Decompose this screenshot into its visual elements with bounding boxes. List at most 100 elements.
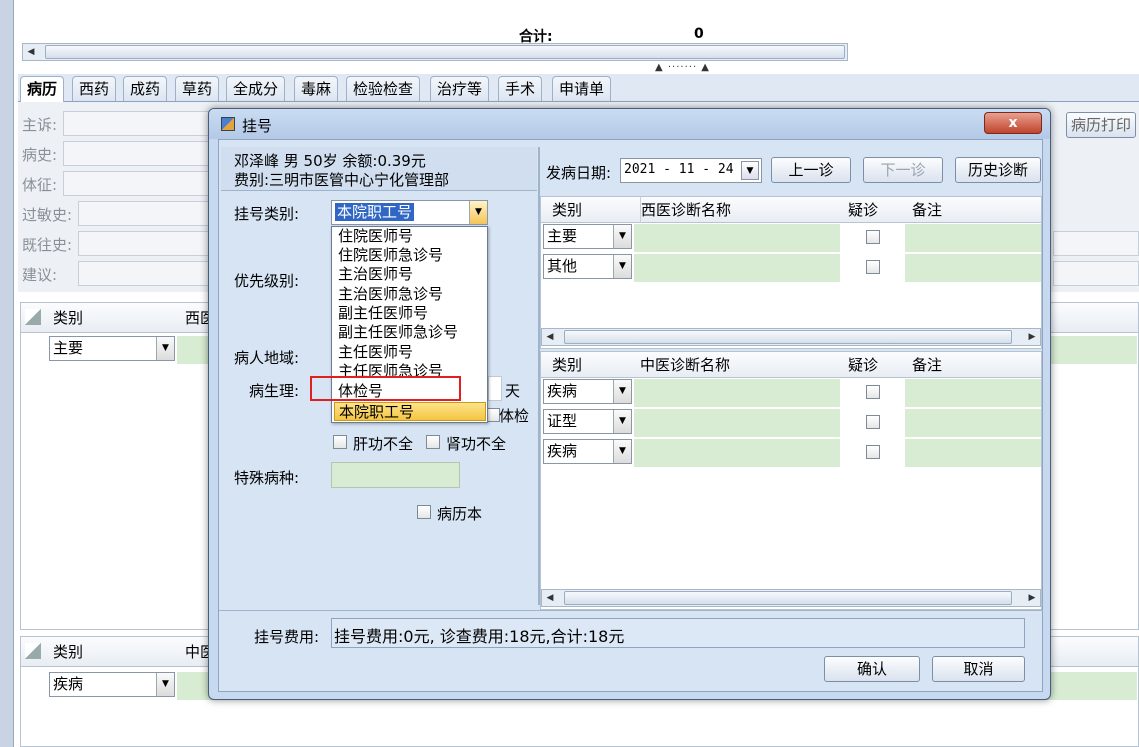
- left-window-strip: [0, 0, 14, 747]
- history-diagnosis-button[interactable]: 历史诊断: [955, 157, 1041, 183]
- physio-days-suffix: 天: [505, 382, 521, 400]
- splitter-grip[interactable]: ▲ ······· ▲: [655, 62, 710, 73]
- onset-date-label: 发病日期:: [546, 164, 612, 182]
- right-form-field[interactable]: [1053, 231, 1139, 256]
- tab-full-components[interactable]: 全成分: [226, 76, 286, 101]
- past-history-field[interactable]: [78, 231, 213, 256]
- tcm-row-1-suspected[interactable]: [866, 385, 880, 399]
- western-row-2-suspected[interactable]: [866, 260, 880, 274]
- history-field[interactable]: [63, 141, 213, 166]
- col-suspected: 疑诊: [848, 356, 879, 374]
- tab-application[interactable]: 申请单: [552, 76, 612, 101]
- confirm-button[interactable]: 确认: [824, 656, 920, 682]
- tcm-row-2-type[interactable]: 证型 ▼: [543, 409, 632, 434]
- tcm-row-2-suspected[interactable]: [866, 415, 880, 429]
- advice-field[interactable]: [78, 261, 213, 286]
- record-book-checkbox[interactable]: [417, 505, 431, 519]
- col-diagnosis-name: 中医诊断名称: [640, 356, 731, 374]
- col-remarks: 备注: [912, 201, 943, 219]
- close-button[interactable]: x: [984, 112, 1042, 134]
- tcm-row-1-name[interactable]: [634, 379, 840, 407]
- dropdown-option[interactable]: 副主任医师急诊号: [338, 323, 458, 342]
- scroll-thumb[interactable]: [564, 591, 1012, 605]
- tcm-row-1-remarks[interactable]: [905, 379, 1041, 407]
- top-horizontal-scrollbar[interactable]: ◀: [22, 43, 848, 61]
- dropdown-option[interactable]: 主任医师号: [338, 343, 413, 362]
- tab-surgery[interactable]: 手术: [498, 76, 543, 101]
- allergy-field[interactable]: [78, 201, 213, 226]
- tcm-row-3-name[interactable]: [634, 439, 840, 467]
- tcm-row-2-remarks[interactable]: [905, 409, 1041, 437]
- dropdown-option[interactable]: 主治医师号: [338, 265, 413, 284]
- dropdown-option[interactable]: 住院医师急诊号: [338, 246, 443, 265]
- western-row-1-type[interactable]: 主要 ▼: [543, 224, 632, 249]
- tcm-row-3-remarks[interactable]: [905, 439, 1041, 467]
- fee-display: 挂号费用:0元, 诊查费用:18元,合计:18元: [331, 618, 1025, 648]
- chevron-down-icon[interactable]: ▼: [613, 225, 631, 248]
- western-row-2-remarks[interactable]: [905, 254, 1041, 282]
- cancel-button[interactable]: 取消: [932, 656, 1025, 682]
- western-row-2-name[interactable]: [634, 254, 840, 282]
- dialog-bottom-divider: [219, 610, 1043, 611]
- print-record-button[interactable]: 病历打印: [1066, 112, 1136, 138]
- chevron-down-icon[interactable]: ▼: [613, 410, 631, 433]
- reg-type-value: 本院职工号: [335, 203, 415, 221]
- dropdown-option-selected[interactable]: 本院职工号: [334, 402, 486, 421]
- tab-treatment[interactable]: 治疗等: [430, 76, 490, 101]
- combo-value: 疾病: [53, 675, 84, 693]
- dropdown-option[interactable]: 副主任医师号: [338, 304, 428, 323]
- western-row-1-name[interactable]: [634, 224, 840, 252]
- kidney-checkbox[interactable]: [426, 435, 440, 449]
- tab-lab-exams[interactable]: 检验检查: [346, 76, 421, 101]
- tab-patent-medicine[interactable]: 成药: [123, 76, 168, 101]
- chevron-down-icon[interactable]: ▼: [613, 380, 631, 403]
- history-label: 病史:: [22, 146, 58, 164]
- western-row-1-remarks[interactable]: [905, 224, 1041, 252]
- reg-type-label: 挂号类别:: [234, 205, 300, 223]
- tcm-diagnosis-grid: 类别 中医诊断名称 疑诊 备注 疾病 ▼ 证型 ▼ 疾病 ▼ ◀ ▶: [540, 351, 1042, 610]
- tcm-row-1-type[interactable]: 疾病 ▼: [543, 379, 632, 404]
- tab-western-medicine[interactable]: 西药: [72, 76, 117, 101]
- tcm-row-3-type[interactable]: 疾病 ▼: [543, 439, 632, 464]
- dropdown-option[interactable]: 主治医师急诊号: [338, 285, 443, 304]
- scroll-right-icon[interactable]: ▶: [1024, 330, 1040, 344]
- western-row-2-type[interactable]: 其他 ▼: [543, 254, 632, 279]
- scroll-left-icon[interactable]: ◀: [542, 330, 558, 344]
- tab-narcotics[interactable]: 毒麻: [294, 76, 339, 101]
- chevron-down-icon[interactable]: ▼: [613, 255, 631, 278]
- chevron-down-icon[interactable]: ▼: [156, 673, 174, 696]
- scroll-right-icon[interactable]: ▶: [1024, 591, 1040, 605]
- grid-type-combo[interactable]: 主要 ▼: [49, 336, 175, 361]
- tcm-row-3-suspected[interactable]: [866, 445, 880, 459]
- next-visit-button[interactable]: 下一诊: [863, 157, 943, 183]
- scroll-left-icon[interactable]: ◀: [542, 591, 558, 605]
- onset-date-picker[interactable]: 2021 - 11 - 24 ▼: [620, 158, 762, 183]
- reg-type-combo[interactable]: 本院职工号 ▼: [331, 200, 488, 225]
- dialog-title-bar[interactable]: 挂号 x: [209, 109, 1050, 139]
- allergy-label: 过敏史:: [22, 206, 73, 224]
- physio-days-field[interactable]: [488, 376, 502, 401]
- tcm-row-2-name[interactable]: [634, 409, 840, 437]
- chevron-down-icon[interactable]: ▼: [613, 440, 631, 463]
- tab-medical-record[interactable]: 病历: [20, 76, 65, 103]
- chief-complaint-field[interactable]: [63, 111, 213, 136]
- prev-visit-button[interactable]: 上一诊: [771, 157, 851, 183]
- tab-herbal-medicine[interactable]: 草药: [175, 76, 220, 101]
- calendar-dropdown-icon[interactable]: ▼: [741, 161, 759, 180]
- scroll-thumb[interactable]: [45, 45, 845, 59]
- liver-checkbox[interactable]: [333, 435, 347, 449]
- signs-field[interactable]: [63, 171, 213, 196]
- physical-exam-checkbox[interactable]: [486, 408, 500, 422]
- dropdown-option[interactable]: 住院医师号: [338, 227, 413, 246]
- chevron-down-icon[interactable]: ▼: [156, 337, 174, 360]
- western-row-1-suspected[interactable]: [866, 230, 880, 244]
- right-form-field-2[interactable]: [1053, 261, 1139, 286]
- scroll-thumb[interactable]: [564, 330, 1012, 344]
- tcm-grid-scrollbar[interactable]: ◀ ▶: [541, 589, 1041, 607]
- window-icon: [221, 117, 235, 131]
- grid-type-combo[interactable]: 疾病 ▼: [49, 672, 175, 697]
- special-disease-field[interactable]: [331, 462, 460, 488]
- scroll-left-icon[interactable]: ◀: [23, 45, 39, 59]
- western-grid-scrollbar[interactable]: ◀ ▶: [541, 328, 1041, 346]
- chevron-down-icon[interactable]: ▼: [469, 201, 487, 224]
